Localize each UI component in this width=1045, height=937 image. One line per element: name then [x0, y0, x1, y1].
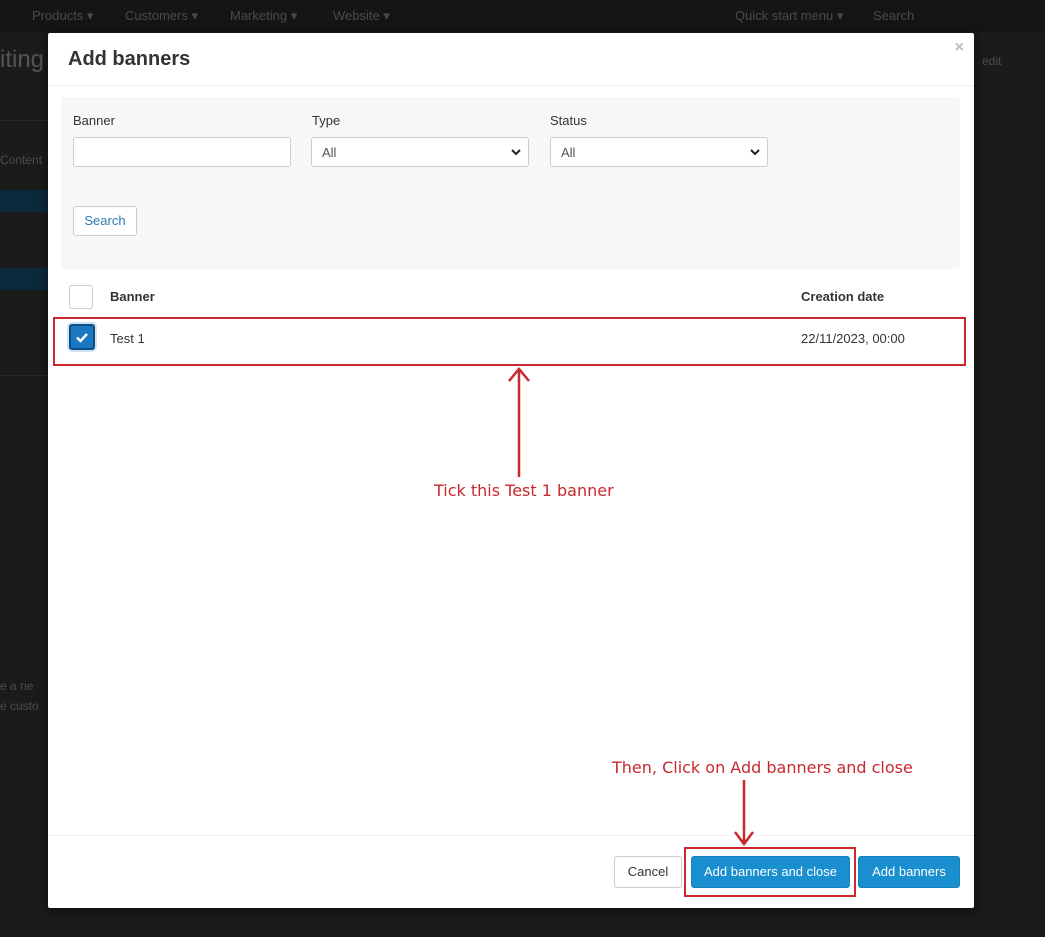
chevron-down-icon	[750, 149, 760, 156]
creation-date-column-header: Creation date	[801, 289, 885, 304]
add-banners-button[interactable]: Add banners	[858, 856, 960, 888]
bg-page-heading: iting	[0, 46, 45, 73]
bg-divider	[0, 120, 48, 121]
arrow-down-icon	[734, 780, 754, 847]
close-icon[interactable]: ×	[955, 39, 964, 57]
type-filter-select[interactable]: All	[311, 137, 529, 167]
annotation-button-highlight	[684, 847, 856, 897]
status-filter-select[interactable]: All	[550, 137, 768, 167]
annotation-click-note: Then, Click on Add banners and close	[612, 758, 913, 777]
bg-search: Search	[873, 8, 915, 23]
bg-quick-start-menu: Quick start menu ▾	[735, 8, 844, 23]
type-filter-label: Type	[312, 113, 341, 128]
bg-divider	[0, 375, 48, 376]
annotation-row-highlight	[53, 317, 966, 366]
bg-side-text: Content	[0, 153, 43, 167]
select-all-checkbox[interactable]	[69, 285, 93, 309]
search-button[interactable]: Search	[73, 206, 137, 236]
bg-nav-marketing: Marketing ▾	[230, 8, 298, 23]
banner-column-header: Banner	[110, 289, 155, 304]
bg-side-bar	[0, 190, 48, 212]
banner-filter-label: Banner	[73, 113, 115, 128]
modal-title: Add banners	[68, 48, 191, 70]
bg-side-text: e a ne	[0, 679, 34, 693]
bg-nav-customers: Customers ▾	[125, 8, 198, 23]
bg-side-text: e custo	[0, 699, 39, 713]
arrow-up-icon	[508, 367, 530, 477]
cancel-button[interactable]: Cancel	[614, 856, 682, 888]
filter-panel: Banner Type All Status All Search	[61, 97, 960, 269]
modal-footer-divider	[48, 835, 974, 836]
banner-filter-input[interactable]	[73, 137, 291, 167]
bg-side-bar	[0, 268, 48, 290]
background-top-nav: Products ▾ Customers ▾ Marketing ▾ Websi…	[0, 0, 1045, 32]
chevron-down-icon	[511, 149, 521, 156]
annotation-tick-note: Tick this Test 1 banner	[434, 481, 614, 500]
bg-nav-website: Website ▾	[333, 8, 390, 23]
type-filter-value: All	[322, 145, 337, 160]
status-filter-value: All	[561, 145, 576, 160]
status-filter-label: Status	[550, 113, 587, 128]
bg-right-text: edit	[982, 54, 1002, 68]
modal-header: Add banners ×	[48, 33, 974, 86]
bg-nav-products: Products ▾	[32, 8, 94, 23]
